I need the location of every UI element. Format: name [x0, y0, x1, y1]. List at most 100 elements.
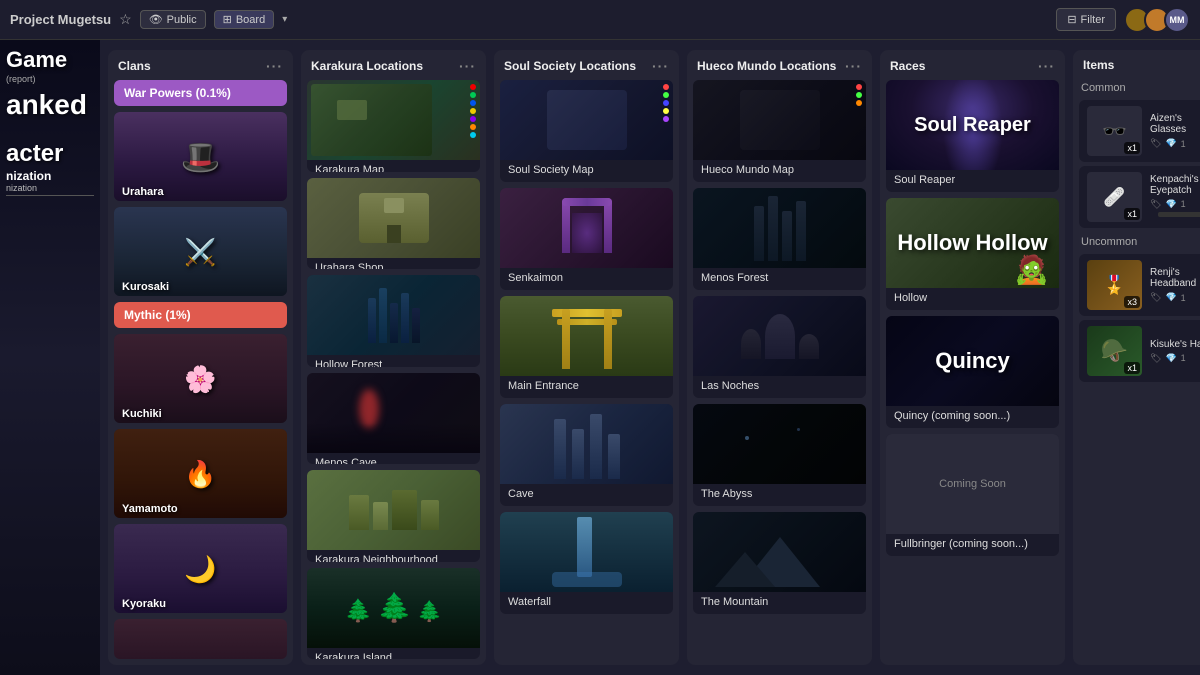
column-races-cards: Soul Reaper Soul Reaper Hollow Hollow 🧟 — [880, 80, 1065, 665]
card-senkaimon[interactable]: Senkaimon — [500, 188, 673, 290]
card-soul-reaper[interactable]: Soul Reaper Soul Reaper — [886, 80, 1059, 192]
card-las-noches[interactable]: Las Noches — [693, 296, 866, 398]
abyss-light1 — [745, 436, 749, 440]
item-card-renjis-headband[interactable]: 🎖️ x3 Renji's Headband 🏷 💎 1 — [1079, 254, 1200, 316]
eyepatch-progress-fill — [1158, 212, 1195, 217]
soul-reaper-label: Soul Reaper — [886, 170, 1059, 192]
main-layout: Game (report) anked acter nization nizat… — [0, 40, 1200, 675]
public-icon: 👁 — [149, 13, 163, 26]
column-races-menu[interactable]: ··· — [1038, 58, 1055, 74]
glasses-icon: 🕶️ — [1102, 119, 1127, 144]
kyoraku-image: 🌙 Kyoraku — [114, 524, 287, 613]
column-hueco-mundo: Hueco Mundo Locations ··· Hueco Mundo Ma… — [687, 50, 872, 665]
karakura-neighbourhood-image — [307, 470, 480, 550]
eyepatch-image: 🩹 x1 — [1087, 172, 1142, 222]
column-ss-menu[interactable]: ··· — [652, 58, 669, 74]
card-waterfall[interactable]: Waterfall — [500, 512, 673, 614]
eyepatch-rarity: 1 — [1181, 199, 1186, 209]
item-card-kenpachis-eyepatch[interactable]: 🩹 x1 Kenpachi's Eyepatch 🏷 💎 1 — [1079, 166, 1200, 228]
eyepatch-star-icon: 💎 — [1165, 199, 1176, 210]
board-badge[interactable]: ⊞ Board — [214, 10, 275, 29]
clan-card-kyoraku[interactable]: 🌙 Kyoraku — [114, 524, 287, 613]
column-hm-menu[interactable]: ··· — [845, 58, 862, 74]
eyepatch-info: Kenpachi's Eyepatch 🏷 💎 1 — [1150, 174, 1200, 221]
card-cave[interactable]: Cave — [500, 404, 673, 506]
quincy-label: Quincy (coming soon...) — [886, 406, 1059, 428]
card-urahara-shop[interactable]: Urahara Shop — [307, 178, 480, 270]
avatar-group: MM — [1124, 7, 1190, 33]
card-main-entrance[interactable]: Main Entrance — [500, 296, 673, 398]
column-items-scroll: Common 🕶️ x1 Aizen's Glasses 🏷 💎 1 — [1073, 78, 1200, 665]
the-abyss-label: The Abyss — [693, 484, 866, 506]
clan-war-powers[interactable]: War Powers (0.1%) — [114, 80, 287, 106]
kyoraku-name: Kyoraku — [122, 598, 166, 610]
map-block — [337, 100, 367, 120]
card-the-abyss[interactable]: The Abyss — [693, 404, 866, 506]
card-hollow-forest[interactable]: Hollow Forest — [307, 275, 480, 367]
card-fullbringer[interactable]: Coming Soon Fullbringer (coming soon...) — [886, 434, 1059, 556]
senkaimon-label: Senkaimon — [500, 268, 673, 290]
headband-rarity: 1 — [1181, 293, 1186, 303]
eyepatch-icon: 🩹 — [1103, 187, 1125, 208]
yamamoto-image: 🔥 Yamamoto — [114, 429, 287, 518]
column-races-header: Races ··· — [880, 50, 1065, 80]
card-ss-map[interactable]: Soul Society Map — [500, 80, 673, 182]
item-card-aizens-glasses[interactable]: 🕶️ x1 Aizen's Glasses 🏷 💎 1 — [1079, 100, 1200, 162]
chevron-down-icon[interactable]: ▾ — [282, 14, 287, 25]
column-clans-header: Clans ··· — [108, 50, 293, 80]
kuchiki-name: Kuchiki — [122, 408, 162, 420]
menos-trees — [754, 196, 806, 261]
hat-name: Kisuke's Hat — [1150, 339, 1200, 350]
ss-map-label: Soul Society Map — [500, 160, 673, 182]
glasses-tag-icon: 🏷 — [1150, 138, 1161, 149]
hollow-label: Hollow — [886, 288, 1059, 310]
eyepatch-tag-icon: 🏷 — [1150, 199, 1161, 210]
the-abyss-image — [693, 404, 866, 484]
clan-card-urahara[interactable]: 🎩 Urahara — [114, 112, 287, 201]
headband-meta: 🏷 💎 1 — [1150, 292, 1200, 303]
column-clans-cards: War Powers (0.1%) 🎩 Urahara — [108, 80, 293, 665]
kurosaki-image: ⚔️ Kurosaki — [114, 207, 287, 296]
island-trees: 🌲 🌲 🌲 — [345, 591, 442, 624]
menos-forest-image — [693, 188, 866, 268]
senkaimon-gate — [562, 198, 612, 258]
card-quincy[interactable]: Quincy Quincy (coming soon...) — [886, 316, 1059, 428]
column-karakura-title: Karakura Locations — [311, 59, 423, 73]
filter-button[interactable]: ⊟ Filter — [1056, 8, 1116, 31]
karakura-island-label: Karakura Island — [307, 648, 480, 660]
clan-card-kuchiki[interactable]: 🌸 Kuchiki — [114, 334, 287, 423]
torii-gate — [552, 304, 622, 369]
public-badge[interactable]: 👁 Public — [140, 10, 206, 29]
star-icon[interactable]: ☆ — [119, 11, 132, 28]
column-karakura-menu[interactable]: ··· — [459, 58, 476, 74]
column-clans-menu[interactable]: ··· — [266, 58, 283, 74]
glasses-rarity: 1 — [1181, 139, 1186, 149]
forest-trees — [368, 288, 420, 343]
soul-reaper-image: Soul Reaper — [886, 80, 1059, 170]
ss-map-image — [500, 80, 673, 160]
hat-icon: 🪖 — [1101, 338, 1128, 364]
card-menos-forest[interactable]: Menos Forest — [693, 188, 866, 290]
card-hollow[interactable]: Hollow Hollow 🧟 Hollow — [886, 198, 1059, 310]
card-menos-cave[interactable]: Menos Cave — [307, 373, 480, 465]
card-karakura-map[interactable]: Karakura Map — [307, 80, 480, 172]
clan-card-yamamoto[interactable]: 🔥 Yamamoto — [114, 429, 287, 518]
items-section-uncommon: Uncommon — [1079, 232, 1200, 250]
hat-image: 🪖 x1 — [1087, 326, 1142, 376]
item-card-kisukes-hat[interactable]: 🪖 x1 Kisuke's Hat 🏷 💎 1 — [1079, 320, 1200, 382]
shop-roof — [384, 198, 404, 213]
clan-card-kurosaki[interactable]: ⚔️ Kurosaki — [114, 207, 287, 296]
clan-card-extra[interactable] — [114, 619, 287, 659]
quincy-title: Quincy — [935, 348, 1010, 374]
cave-pillars — [554, 409, 620, 479]
clan-mythic[interactable]: Mythic (1%) — [114, 302, 287, 328]
card-the-mountain[interactable]: The Mountain — [693, 512, 866, 614]
column-hm-cards: Hueco Mundo Map Menos Forest — [687, 80, 872, 665]
column-ss-header: Soul Society Locations ··· — [494, 50, 679, 80]
topbar-right: ⊟ Filter MM — [1056, 7, 1190, 33]
card-hm-map[interactable]: Hueco Mundo Map — [693, 80, 866, 182]
waterfall-image — [500, 512, 673, 592]
card-karakura-neighbourhood[interactable]: Karakura Neighbourhood — [307, 470, 480, 562]
card-karakura-island[interactable]: 🌲 🌲 🌲 Karakura Island — [307, 568, 480, 660]
column-items: Items Common 🕶️ x1 Aizen's Glasses 🏷 💎 — [1073, 50, 1200, 665]
